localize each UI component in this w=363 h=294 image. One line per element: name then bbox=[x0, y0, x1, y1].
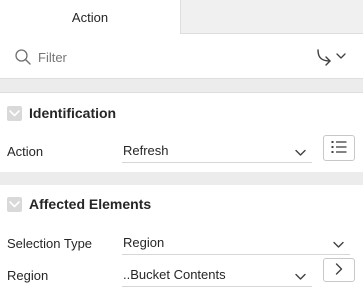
chevron-down-icon bbox=[333, 237, 344, 248]
selection-type-select[interactable]: Region bbox=[122, 229, 350, 255]
selection-type-value: Region bbox=[123, 235, 165, 250]
affected-elements-header[interactable]: Affected Elements bbox=[0, 185, 363, 223]
list-icon bbox=[331, 140, 347, 157]
action-label: Action bbox=[7, 144, 44, 159]
section-separator bbox=[0, 172, 363, 185]
section-separator bbox=[0, 79, 363, 93]
identification-header[interactable]: Identification bbox=[0, 94, 363, 132]
region-value: ..Bucket Contents bbox=[123, 267, 226, 282]
tab-action[interactable]: Action bbox=[0, 0, 181, 35]
action-list-button[interactable] bbox=[323, 135, 355, 161]
region-row: Region ..Bucket Contents bbox=[0, 258, 363, 291]
goto-menu-button[interactable] bbox=[310, 45, 350, 69]
chevron-down-icon bbox=[295, 145, 306, 156]
selection-type-label: Selection Type bbox=[7, 236, 93, 251]
filter-input[interactable] bbox=[38, 46, 288, 68]
chevron-down-icon bbox=[295, 269, 306, 280]
affected-elements-section: Affected Elements Selection Type Region … bbox=[0, 185, 363, 294]
action-row: Action Refresh bbox=[0, 135, 363, 167]
tab-action-label: Action bbox=[71, 10, 109, 25]
action-value: Refresh bbox=[123, 143, 169, 158]
chevron-right-icon bbox=[335, 262, 343, 278]
selection-type-row: Selection Type Region bbox=[0, 229, 363, 259]
region-label: Region bbox=[7, 268, 49, 283]
search-icon bbox=[14, 48, 32, 66]
chevron-down-icon bbox=[7, 105, 22, 121]
action-select[interactable]: Refresh bbox=[122, 137, 312, 163]
goto-arrow-icon bbox=[312, 46, 348, 69]
identification-section: Identification Action Refresh bbox=[0, 94, 363, 172]
region-navigate-button[interactable] bbox=[323, 258, 355, 282]
chevron-down-icon bbox=[7, 196, 22, 212]
tab-strip: Action bbox=[0, 0, 363, 35]
section-title: Affected Elements bbox=[29, 196, 152, 212]
section-title: Identification bbox=[29, 105, 117, 121]
filter-bar bbox=[0, 34, 363, 79]
region-select[interactable]: ..Bucket Contents bbox=[122, 261, 312, 287]
